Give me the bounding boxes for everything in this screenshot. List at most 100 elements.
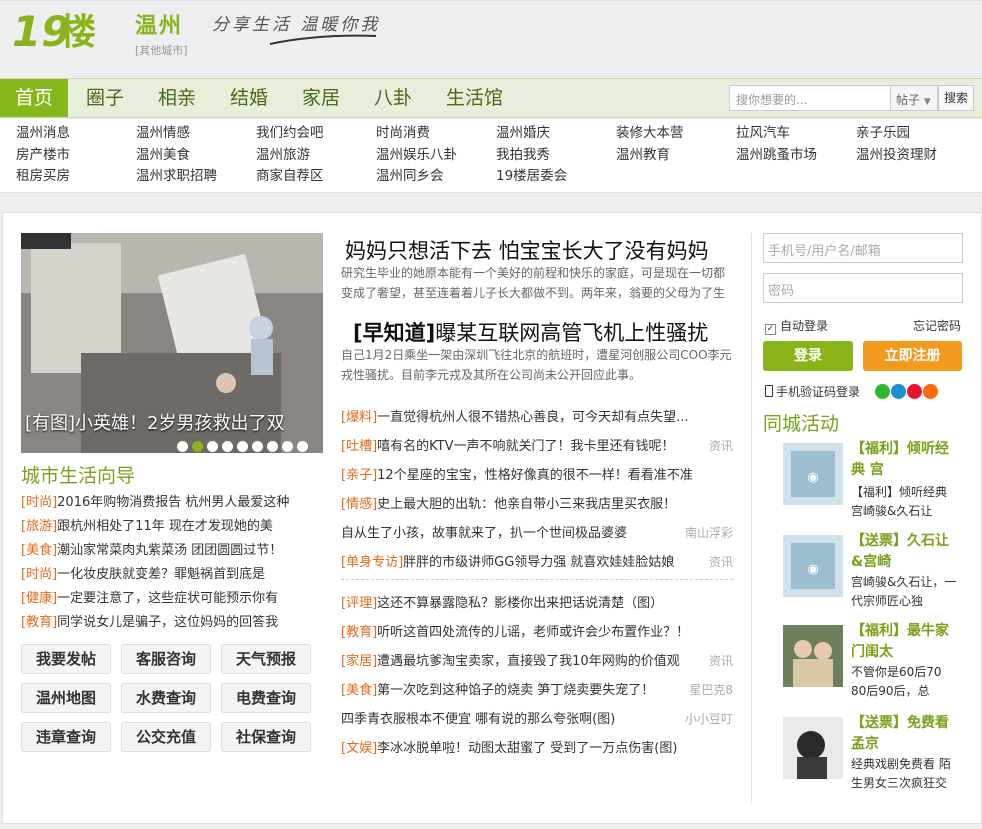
login-button[interactable]: 登录 xyxy=(763,341,853,371)
event-thumbnail[interactable] xyxy=(783,625,843,687)
category-tag[interactable]: [评理] xyxy=(341,596,377,611)
sublink[interactable]: 温州旅游 xyxy=(256,146,310,164)
list-item[interactable]: 四季青衣服根本不便宜 哪有说的那么夸张啊(图) 小小豆叮 xyxy=(341,705,733,734)
city-selector[interactable]: 温州 [其他城市] xyxy=(135,8,188,58)
item-title[interactable]: 12个星座的宝宝，性格好像真的很不一样！看看准不准 xyxy=(377,468,693,483)
item-title[interactable]: 胖胖的市级讲师GG领导力强 就喜欢娃娃脸姑娘 xyxy=(403,555,674,570)
sublink[interactable]: 商家自荐区 xyxy=(256,167,324,185)
map-button[interactable]: 温州地图 xyxy=(21,683,111,713)
slider-dot[interactable] xyxy=(282,441,293,452)
headline-title[interactable]: 妈妈只想活下去 怕宝宝长大了没有妈妈 xyxy=(345,235,709,265)
forgot-password-link[interactable]: 忘记密码 xyxy=(913,317,961,334)
event-thumbnail[interactable] xyxy=(783,717,843,779)
sublink[interactable]: 温州婚庆 xyxy=(496,124,550,142)
nav-circles[interactable]: 圈子 xyxy=(86,79,124,117)
sublink[interactable]: 我们约会吧 xyxy=(256,124,324,142)
qq-icon[interactable] xyxy=(891,384,906,399)
item-title[interactable]: 这还不算暴露隐私？影楼你出来把话说清楚（图） xyxy=(377,596,663,611)
sublink[interactable]: 租房买房 xyxy=(16,167,70,185)
list-item[interactable]: [美食]潮汕家常菜肉丸紫菜汤 团团圆圆过节！ xyxy=(21,539,323,563)
sublink[interactable]: 房产楼市 xyxy=(16,146,70,164)
sms-login-link[interactable]: 手机验证码登录 xyxy=(765,383,860,400)
item-title[interactable]: 一定要注意了，这些症状可能预示你有 xyxy=(57,591,278,606)
other-cities-link[interactable]: [其他城市] xyxy=(135,42,188,58)
sublink[interactable]: 温州同乡会 xyxy=(376,167,444,185)
category-tag[interactable]: [单身专访] xyxy=(341,555,403,570)
bus-recharge-button[interactable]: 公交充值 xyxy=(121,722,211,752)
item-title[interactable]: 听听这首四处流传的儿谣，老师或许会少布置作业？！ xyxy=(377,625,689,640)
item-title[interactable]: 嘻有名的KTV一声不响就关门了！我卡里还有钱呢！ xyxy=(377,439,674,454)
password-field[interactable]: 密码 xyxy=(763,273,963,303)
sublink[interactable]: 温州娱乐八卦 xyxy=(376,146,457,164)
sublink[interactable]: 温州投资理财 xyxy=(856,146,937,164)
event-title[interactable]: 【福利】最牛家门闺太 xyxy=(851,621,957,663)
slider-dot[interactable] xyxy=(267,441,278,452)
event-thumbnail[interactable]: ◉ xyxy=(783,535,843,597)
sublink[interactable]: 温州消息 xyxy=(16,124,70,142)
event-title[interactable]: 【送票】久石让&宫崎 xyxy=(851,531,957,573)
list-item[interactable]: 自从生了小孩，故事就来了，扒一个世间极品婆婆 南山浮彩 xyxy=(341,519,733,548)
wechat-icon[interactable] xyxy=(875,384,890,399)
item-title[interactable]: 史上最大胆的出轨：他亲自带小三来我店里买衣服！ xyxy=(377,497,676,512)
category-tag[interactable]: [亲子] xyxy=(341,468,377,483)
sublink[interactable]: 装修大本营 xyxy=(616,124,684,142)
list-item[interactable]: [美食]第一次吃到这种馅子的烧卖 笋丁烧卖要失宠了！ 星巴克8 xyxy=(341,676,733,705)
sublink[interactable]: 19楼居委会 xyxy=(496,167,567,185)
item-title[interactable]: 第一次吃到这种馅子的烧卖 笋丁烧卖要失宠了！ xyxy=(377,683,654,698)
item-title[interactable]: 2016年购物消费报告 杭州男人最爱这种 xyxy=(57,495,289,510)
sublink[interactable]: 亲子乐园 xyxy=(856,124,910,142)
search-type-select[interactable]: 帖子 ▼ xyxy=(890,85,938,111)
weibo-icon[interactable] xyxy=(907,384,922,399)
weather-button[interactable]: 天气预报 xyxy=(221,644,311,674)
category-tag[interactable]: [家居] xyxy=(341,654,377,669)
list-item[interactable]: [爆料]一直觉得杭州人很不错热心善良，可今天却有点失望... xyxy=(341,403,733,432)
nav-home-decor[interactable]: 家居 xyxy=(302,79,340,117)
slider-dot[interactable] xyxy=(252,441,263,452)
slider-dot-active[interactable] xyxy=(192,441,203,452)
search-input[interactable]: 搜你想要的... xyxy=(729,85,891,111)
headline-tag[interactable]: [早知道] xyxy=(353,321,435,345)
checkbox-icon[interactable]: ✓ xyxy=(765,324,776,335)
traffic-violation-button[interactable]: 违章查询 xyxy=(21,722,111,752)
social-security-button[interactable]: 社保查询 xyxy=(221,722,311,752)
remember-checkbox[interactable]: ✓ 自动登录 xyxy=(765,317,828,335)
category-tag[interactable]: [时尚] xyxy=(21,567,57,582)
list-item[interactable]: [旅游]跟杭州相处了11年 现在才发现她的美 xyxy=(21,515,323,539)
category-tag[interactable]: [吐槽] xyxy=(341,439,377,454)
list-item[interactable]: [单身专访]胖胖的市级讲师GG领导力强 就喜欢娃娃脸姑娘 资讯 xyxy=(341,548,733,577)
list-item[interactable]: [时尚]2016年购物消费报告 杭州男人最爱这种 xyxy=(21,491,323,515)
taobao-icon[interactable] xyxy=(923,384,938,399)
category-tag[interactable]: [时尚] xyxy=(21,495,57,510)
item-title[interactable]: 潮汕家常菜肉丸紫菜汤 团团圆圆过节！ xyxy=(57,543,282,558)
event-thumbnail[interactable]: ◉ xyxy=(783,443,843,505)
site-logo[interactable]: 19 楼 xyxy=(12,4,122,54)
item-title[interactable]: 遭遇最坑爹淘宝卖家，直接毁了我10年网购的价值观 xyxy=(377,654,680,669)
customer-service-button[interactable]: 客服咨询 xyxy=(121,644,211,674)
category-tag[interactable]: [美食] xyxy=(341,683,377,698)
sublink[interactable]: 时尚消费 xyxy=(376,124,430,142)
category-tag[interactable]: [教育] xyxy=(21,615,57,630)
electric-bill-button[interactable]: 电费查询 xyxy=(221,683,311,713)
search-button[interactable]: 搜索 xyxy=(938,85,974,111)
category-tag[interactable]: [文娱] xyxy=(341,741,377,756)
list-item[interactable]: [吐槽]嘻有名的KTV一声不响就关门了！我卡里还有钱呢！ 资讯 xyxy=(341,432,733,461)
slider-dot[interactable] xyxy=(297,441,308,452)
nav-dating[interactable]: 相亲 xyxy=(158,79,196,117)
sublink[interactable]: 温州跳蚤市场 xyxy=(736,146,817,164)
slider-dot[interactable] xyxy=(237,441,248,452)
slider-dot[interactable] xyxy=(207,441,218,452)
sublink[interactable]: 拉风汽车 xyxy=(736,124,790,142)
slider-caption[interactable]: [有图]小英雄！2岁男孩救出了双 xyxy=(25,409,285,435)
item-title[interactable]: 自从生了小孩，故事就来了，扒一个世间极品婆婆 xyxy=(341,526,627,541)
nav-gossip[interactable]: 八卦 xyxy=(374,79,412,117)
sublink[interactable]: 温州教育 xyxy=(616,146,670,164)
item-title[interactable]: 四季青衣服根本不便宜 哪有说的那么夸张啊(图) xyxy=(341,712,615,727)
sublink[interactable]: 温州情感 xyxy=(136,124,190,142)
nav-home[interactable]: 首页 xyxy=(0,79,68,117)
nav-life-hall[interactable]: 生活馆 xyxy=(446,79,503,117)
category-tag[interactable]: [爆料] xyxy=(341,410,377,425)
list-item[interactable]: [情感]史上最大胆的出轨：他亲自带小三来我店里买衣服！ xyxy=(341,490,733,519)
list-item[interactable]: [文娱]李冰冰脱单啦！动图太甜蜜了 受到了一万点伤害(图) xyxy=(341,734,733,763)
item-title[interactable]: 一化妆皮肤就变差？罪魁祸首到底是 xyxy=(57,567,265,582)
item-title[interactable]: 一直觉得杭州人很不错热心善良，可今天却有点失望... xyxy=(377,410,688,425)
